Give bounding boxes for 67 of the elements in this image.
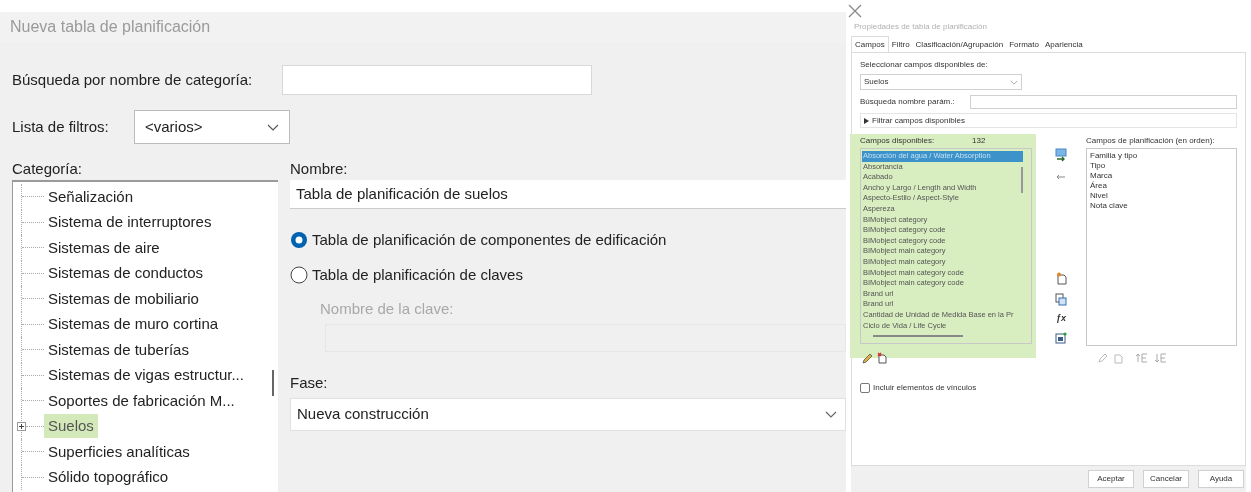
filter-dropdown[interactable]: <varios> (134, 110, 290, 144)
tab[interactable]: Campos (851, 36, 889, 52)
parameter-search-field[interactable] (970, 95, 1237, 109)
move-up-icon (1135, 353, 1148, 363)
radio-label[interactable]: Tabla de planificación de claves (312, 263, 523, 286)
delete-parameter-icon[interactable] (877, 352, 887, 364)
combine-parameters-icon[interactable] (1055, 293, 1067, 306)
scrollbar-thumb[interactable] (272, 370, 274, 396)
checkbox-label[interactable]: Incluir elementos de vínculos (873, 382, 977, 394)
scrollbar-thumb[interactable] (1021, 167, 1023, 193)
tab[interactable]: Apariencia (1042, 38, 1086, 52)
category-search-field[interactable] (282, 65, 592, 95)
tree-item[interactable]: Sistema de interruptores (44, 210, 216, 235)
checkbox[interactable] (860, 383, 870, 393)
remove-field-icon[interactable] (1056, 174, 1066, 180)
tab[interactable]: Formato (1006, 38, 1042, 52)
window-title: Nueva tabla de planificación (10, 17, 211, 37)
pencil-icon[interactable] (862, 352, 873, 364)
parameter-search-label: Búsqueda nombre parám.: (860, 96, 956, 108)
scrollbar-thumb[interactable] (873, 335, 963, 337)
dialog-button[interactable]: Ayuda (1198, 470, 1244, 488)
filter-expander[interactable]: Filtrar campos disponibles (860, 113, 1237, 128)
expand-icon[interactable] (17, 421, 26, 431)
key-name-label: Nombre de la clave: (320, 299, 455, 318)
radio-button[interactable] (290, 231, 308, 250)
radio-label[interactable]: Tabla de planificación de componentes de edificación (312, 229, 667, 252)
tree-item[interactable]: Sistemas de tuberías (44, 337, 193, 362)
tree-item[interactable]: Soportes de fabricación M... (44, 388, 239, 413)
tree-item[interactable]: Señalización (44, 184, 138, 209)
radio-button[interactable] (290, 265, 308, 284)
tree-item[interactable]: Sólido topográfico (44, 465, 173, 490)
scheduled-fields-label: Campos de planificación (en orden): (1086, 135, 1216, 147)
tab[interactable]: Clasificación/Agrupación (912, 38, 1007, 52)
name-label: Nombre: (290, 159, 349, 178)
pencil-icon (1098, 353, 1108, 363)
close-icon[interactable] (848, 4, 862, 18)
dialog-button[interactable]: Cancelar (1143, 470, 1189, 488)
chevron-down-icon (1010, 79, 1018, 85)
name-field[interactable]: Tabla de planificación de suelos (290, 180, 846, 209)
new-parameter-icon[interactable] (1055, 272, 1067, 285)
field-count: 132 (972, 135, 986, 147)
tree-item[interactable]: Suelos (44, 414, 98, 439)
table-icon[interactable] (1055, 331, 1067, 344)
move-down-icon (1154, 353, 1167, 363)
dialog-button[interactable]: Aceptar (1088, 470, 1134, 488)
search-label: Búsqueda por nombre de categoría: (12, 69, 254, 90)
tree-item[interactable]: Sistemas de mobiliario (44, 286, 203, 311)
phase-dropdown[interactable]: Nueva construcción (290, 398, 846, 431)
chevron-down-icon (825, 411, 837, 418)
add-field-icon[interactable] (1055, 148, 1067, 162)
scheduled-fields-list[interactable]: Familia y tipo Tipo Marca Área Nivel Nota clave (1086, 148, 1237, 346)
tree-item[interactable]: Sistemas de muro cortina (44, 312, 223, 337)
tree-item[interactable]: Sistemas de vigas estructur... (44, 363, 248, 388)
tree-item[interactable]: Sistemas de conductos (44, 261, 208, 286)
category-dropdown[interactable]: Suelos (860, 74, 1022, 90)
available-fields-label: Campos disponibles: (860, 135, 936, 147)
filter-list-label: Lista de filtros: (12, 116, 110, 137)
chevron-down-icon (267, 123, 279, 131)
tab[interactable]: Filtro (888, 38, 913, 52)
tree-item[interactable]: Superficies analíticas (44, 439, 194, 464)
phase-label: Fase: (290, 373, 329, 392)
tree-item[interactable]: Sistemas de aire (44, 235, 164, 260)
formula-button[interactable]: ƒx (1056, 312, 1066, 326)
category-label: Categoría: (12, 159, 84, 178)
select-from-label: Seleccionar campos disponibles de: (860, 59, 989, 71)
page-icon (1114, 352, 1123, 364)
dialog-title: Propiedades de tabla de planificación (854, 22, 987, 31)
